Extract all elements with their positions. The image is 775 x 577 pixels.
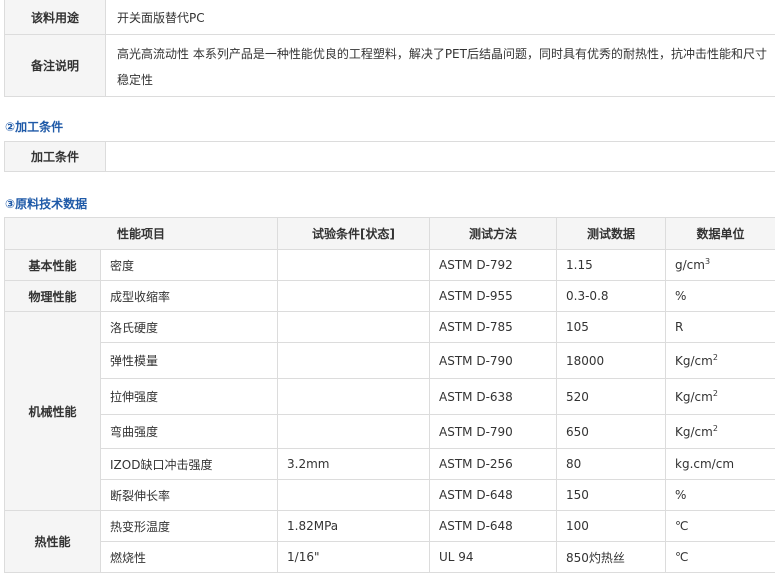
row-unit: % [665, 479, 775, 511]
note-label: 备注说明 [4, 34, 106, 97]
row-method: ASTM D-256 [429, 448, 558, 480]
note-row: 备注说明 高光高流动性 本系列产品是一种性能优良的工程塑料，解决了PET后结晶问… [4, 34, 775, 97]
header-method: 测试方法 [429, 217, 558, 250]
row-method: UL 94 [429, 541, 558, 573]
row-item: 燃烧性 [99, 541, 279, 573]
process-table: 加工条件 [4, 141, 775, 172]
row-condition [277, 280, 431, 312]
row-method: ASTM D-790 [429, 414, 558, 449]
table-row: IZOD缺口冲击强度 3.2mm ASTM D-256 80 kg.cm/cm [5, 448, 775, 480]
table-row: 基本性能 密度 ASTM D-792 1.15 g/cm3 [4, 249, 775, 281]
header-item: 性能项目 [3, 217, 279, 250]
table-row: 断裂伸长率 ASTM D-648 150 % [5, 479, 775, 511]
table-row: 拉伸强度 ASTM D-638 520 Kg/cm2 [5, 378, 775, 415]
usage-value: 开关面版替代PC [105, 0, 775, 35]
row-item: 洛氏硬度 [99, 311, 279, 343]
row-value: 1.15 [556, 249, 667, 281]
row-condition [277, 378, 431, 415]
row-condition [277, 342, 431, 379]
row-unit: Kg/cm2 [665, 378, 775, 415]
row-condition: 1.82MPa [277, 510, 431, 542]
row-method: ASTM D-648 [429, 510, 558, 542]
table-row: 弯曲强度 ASTM D-790 650 Kg/cm2 [5, 414, 775, 449]
header-condition: 试验条件[状态] [277, 217, 431, 250]
row-method: ASTM D-955 [429, 280, 558, 312]
row-method: ASTM D-790 [429, 342, 558, 379]
row-item: IZOD缺口冲击强度 [99, 448, 279, 480]
row-item: 热变形温度 [99, 510, 279, 542]
row-unit: ℃ [665, 510, 775, 542]
category-mechanical: 机械性能 [4, 311, 101, 511]
row-value: 100 [556, 510, 667, 542]
row-method: ASTM D-792 [429, 249, 558, 281]
row-unit: % [665, 280, 775, 312]
row-value: 18000 [556, 342, 667, 379]
row-unit: kg.cm/cm [665, 448, 775, 480]
row-unit: ℃ [665, 541, 775, 573]
header-unit: 数据单位 [665, 217, 775, 250]
row-value: 150 [556, 479, 667, 511]
row-value: 520 [556, 378, 667, 415]
row-method: ASTM D-785 [429, 311, 558, 343]
category-thermal: 热性能 [4, 510, 101, 573]
row-unit: Kg/cm2 [665, 414, 775, 449]
tech-header-row: 性能项目 试验条件[状态] 测试方法 测试数据 数据单位 [3, 217, 775, 250]
note-value: 高光高流动性 本系列产品是一种性能优良的工程塑料，解决了PET后结晶问题，同时具… [105, 34, 775, 97]
row-value: 850灼热丝 [556, 541, 667, 573]
row-value: 80 [556, 448, 667, 480]
row-method: ASTM D-638 [429, 378, 558, 415]
table-row: 物理性能 成型收缩率 ASTM D-955 0.3-0.8 % [4, 280, 775, 312]
row-condition: 1/16" [277, 541, 431, 573]
row-unit: Kg/cm2 [665, 342, 775, 379]
header-value: 测试数据 [556, 217, 667, 250]
row-method: ASTM D-648 [429, 479, 558, 511]
info-table: 该料用途 开关面版替代PC 备注说明 高光高流动性 本系列产品是一种性能优良的工… [4, 0, 775, 97]
tech-section-title: ③原料技术数据 [5, 197, 88, 211]
row-condition [277, 414, 431, 449]
row-item: 拉伸强度 [99, 378, 279, 415]
row-condition [277, 311, 431, 343]
row-value: 0.3-0.8 [556, 280, 667, 312]
row-unit: R [665, 311, 775, 343]
process-label: 加工条件 [4, 141, 106, 172]
process-section-title: ②加工条件 [5, 120, 64, 134]
table-row: 燃烧性 1/16" UL 94 850灼热丝 ℃ [5, 541, 775, 573]
row-item: 弹性模量 [99, 342, 279, 379]
category-basic: 基本性能 [4, 249, 101, 281]
process-value [105, 141, 775, 172]
row-item: 密度 [99, 249, 279, 281]
table-row: 热性能 热变形温度 1.82MPa ASTM D-648 100 ℃ [4, 510, 775, 573]
category-physical: 物理性能 [4, 280, 101, 312]
table-row: 弹性模量 ASTM D-790 18000 Kg/cm2 [5, 342, 775, 379]
row-condition: 3.2mm [277, 448, 431, 480]
row-condition [277, 479, 431, 511]
row-item: 断裂伸长率 [99, 479, 279, 511]
usage-row: 该料用途 开关面版替代PC [4, 0, 775, 35]
row-unit: g/cm3 [665, 249, 775, 281]
row-item: 成型收缩率 [99, 280, 279, 312]
row-item: 弯曲强度 [99, 414, 279, 449]
table-row: 机械性能 洛氏硬度 ASTM D-785 105 R [4, 311, 775, 511]
row-value: 650 [556, 414, 667, 449]
process-row: 加工条件 [4, 141, 775, 172]
tech-data-table: 性能项目 试验条件[状态] 测试方法 测试数据 数据单位 基本性能 密度 AST… [3, 217, 775, 573]
row-condition [277, 249, 431, 281]
row-value: 105 [556, 311, 667, 343]
usage-label: 该料用途 [4, 0, 106, 35]
